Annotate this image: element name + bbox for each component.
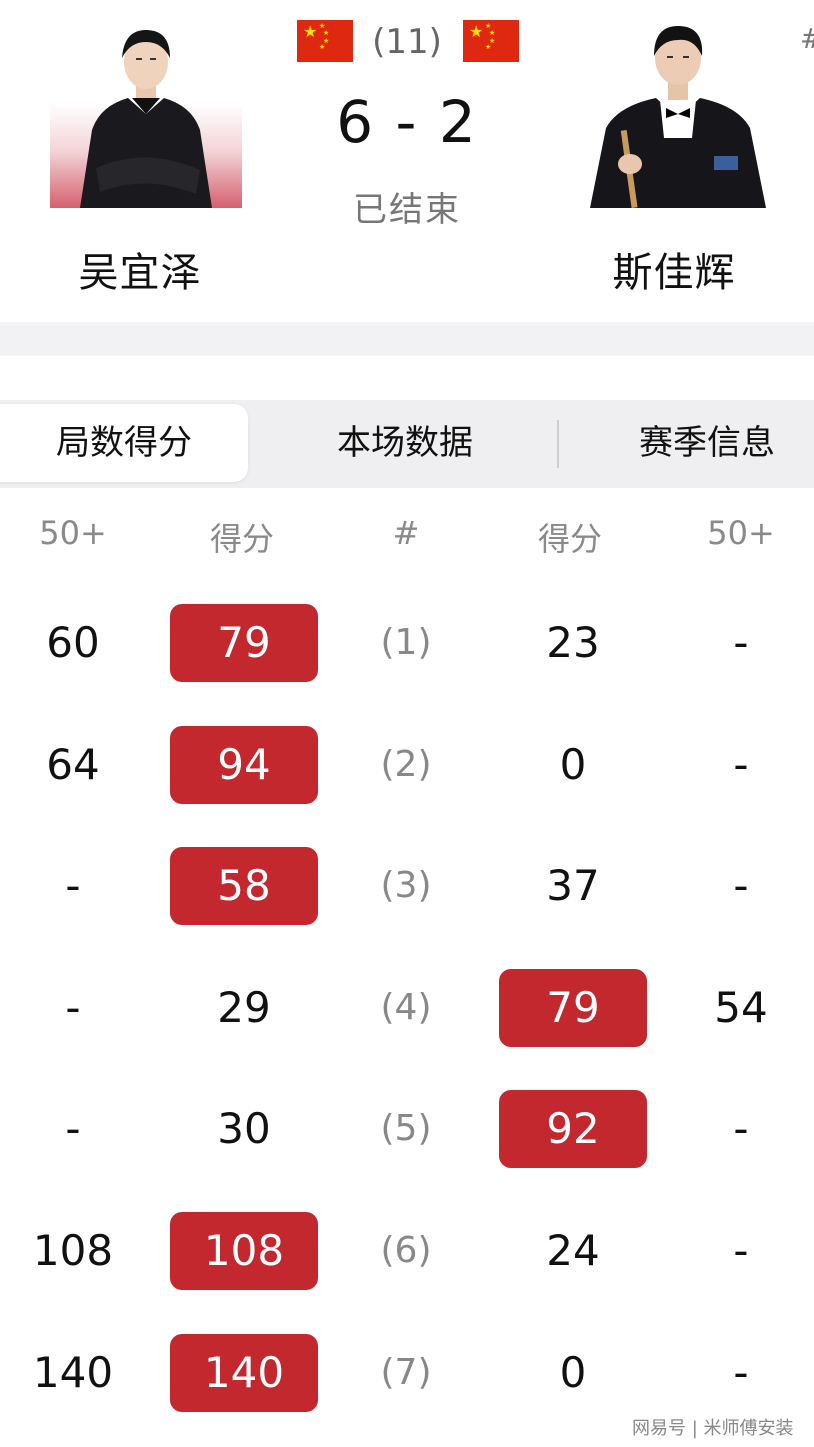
left-frame-score: 29 — [217, 982, 271, 1032]
column-header-left-score: 得分 — [209, 520, 274, 558]
tab-match-stats[interactable]: 本场数据 — [300, 400, 510, 488]
player-right-avatar — [590, 26, 766, 208]
left-break-50plus: - — [65, 1104, 81, 1154]
left-break-50plus: 140 — [32, 1347, 114, 1397]
table-row: 108 108 (6) 24 - — [0, 1190, 814, 1312]
table-row: - 58 (3) 37 - — [0, 825, 814, 947]
match-score: 6 - 2 — [336, 88, 478, 156]
frame-number: (7) — [380, 1351, 432, 1393]
left-break-50plus: 60 — [46, 618, 100, 667]
frame-number: (2) — [380, 743, 432, 785]
right-break-50plus: - — [733, 1104, 749, 1154]
frame-number: (1) — [380, 622, 432, 663]
left-break-50plus: 108 — [32, 1225, 114, 1275]
right-frame-score: 23 — [546, 618, 600, 667]
tab-divider — [557, 420, 559, 468]
player-left-avatar — [80, 30, 212, 208]
right-frame-score: 92 — [546, 1104, 600, 1154]
round-label: (11) — [372, 22, 442, 62]
right-break-50plus: 54 — [714, 982, 768, 1032]
corner-mark: # — [800, 22, 814, 55]
left-frame-score: 108 — [203, 1225, 285, 1275]
table-header: 50+ 得分 # 得分 50+ — [0, 514, 814, 570]
section-divider — [0, 322, 814, 356]
right-break-50plus: - — [733, 1225, 749, 1275]
right-break-50plus: - — [733, 739, 749, 789]
frame-number: (6) — [380, 1229, 432, 1271]
table-row: - 29 (4) 79 54 — [0, 947, 814, 1069]
china-flag-icon: ★ ★ ★ ★ ★ — [463, 20, 519, 62]
column-header-frame: # — [392, 514, 420, 552]
column-header-right-50plus: 50+ — [707, 514, 775, 552]
right-frame-score: 0 — [559, 1347, 587, 1397]
tab-frame-scores[interactable]: 局数得分 — [0, 404, 248, 482]
right-frame-score: 37 — [546, 861, 600, 911]
left-frame-score: 140 — [203, 1347, 285, 1397]
watermark: 网易号 | 米师傅安装 — [632, 1418, 794, 1439]
left-frame-score: 30 — [217, 1104, 271, 1154]
right-frame-score: 0 — [559, 739, 587, 789]
table-row: 60 79 (1) 23 - — [0, 582, 814, 704]
frame-number: (4) — [380, 986, 432, 1028]
left-break-50plus: - — [65, 861, 81, 911]
right-frame-score: 79 — [546, 982, 600, 1032]
column-header-left-50plus: 50+ — [39, 514, 107, 552]
frame-number: (5) — [380, 1108, 432, 1150]
player-right-name[interactable]: 斯佳辉 — [564, 240, 784, 298]
left-break-50plus: 64 — [46, 739, 100, 789]
player-left-photo[interactable] — [50, 18, 242, 208]
tab-season-info[interactable]: 赛季信息 — [600, 400, 814, 488]
frame-number: (3) — [380, 865, 432, 907]
right-break-50plus: - — [733, 861, 749, 911]
tab-bar: 局数得分 本场数据 赛季信息 — [0, 400, 814, 488]
player-left-name[interactable]: 吴宜泽 — [30, 240, 250, 298]
column-header-right-score: 得分 — [537, 520, 602, 558]
match-status: 已结束 — [353, 190, 461, 230]
table-row: 64 94 (2) 0 - — [0, 704, 814, 826]
left-frame-score: 58 — [217, 861, 271, 911]
left-break-50plus: - — [65, 982, 81, 1032]
china-flag-icon: ★ ★ ★ ★ ★ — [297, 20, 353, 62]
player-right-photo[interactable] — [582, 18, 774, 208]
right-break-50plus: - — [733, 618, 749, 667]
left-frame-score: 94 — [217, 739, 271, 789]
table-row: - 30 (5) 92 - — [0, 1068, 814, 1190]
match-header: 吴宜泽 斯佳辉 ★ ★ ★ ★ ★ (11) ★ ★ ★ ★ ★ 6 - 2 已… — [0, 0, 814, 322]
left-frame-score: 79 — [217, 618, 271, 667]
frame-table: 60 79 (1) 23 - 64 94 (2) 0 - - 58 (3) 37… — [0, 582, 814, 1433]
right-frame-score: 24 — [546, 1225, 600, 1275]
